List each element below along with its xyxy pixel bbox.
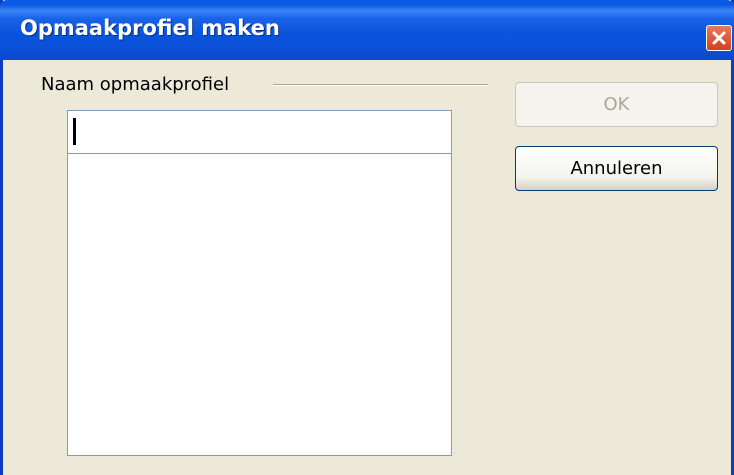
style-name-group-label: Naam opmaakprofiel (41, 74, 238, 95)
dialog-window: Opmaakprofiel maken Naam opmaakprofiel O… (0, 0, 734, 475)
cancel-button[interactable]: Annuleren (515, 146, 718, 191)
text-caret (73, 118, 76, 145)
style-name-input[interactable] (67, 110, 452, 154)
title-bar[interactable]: Opmaakprofiel maken (0, 0, 734, 60)
close-icon (712, 31, 726, 45)
style-list[interactable] (67, 153, 452, 456)
window-title: Opmaakprofiel maken (20, 16, 280, 40)
group-divider (273, 84, 488, 86)
close-button[interactable] (706, 25, 732, 51)
ok-button[interactable]: OK (515, 82, 718, 127)
